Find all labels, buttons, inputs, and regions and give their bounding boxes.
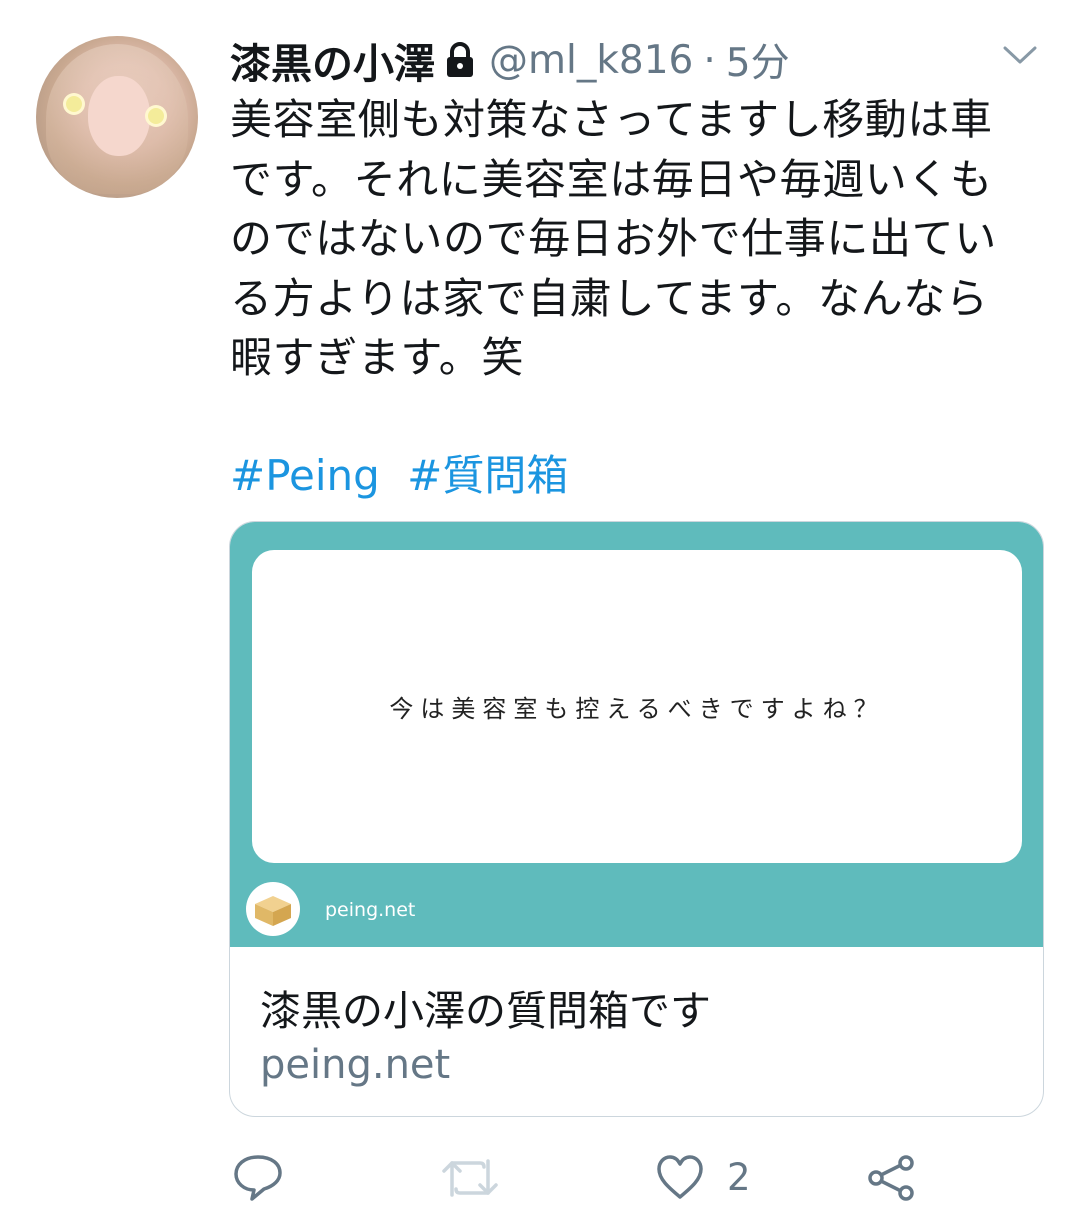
like-button[interactable]: 2 — [655, 1153, 751, 1201]
tweet-text-line: 美容室側も対策なさってますし移動は車 — [230, 95, 993, 144]
card-title: 漆黒の小澤の質問箱です — [260, 987, 711, 1035]
card-image[interactable]: 今は美容室も控えるべきですよね？ peing.net — [230, 522, 1043, 947]
like-icon — [657, 1155, 703, 1199]
reply-icon — [234, 1155, 282, 1201]
avatar-flower — [148, 108, 164, 124]
avatar[interactable] — [36, 36, 198, 198]
avatar-flower — [66, 96, 82, 112]
share-icon — [868, 1155, 914, 1201]
question-panel: 今は美容室も控えるべきですよね？ — [252, 550, 1022, 863]
tweet-header: 漆黒の小澤 @ml_k816 · 5分 — [230, 30, 790, 90]
like-count: 2 — [727, 1155, 751, 1199]
tweet-time[interactable]: 5分 — [726, 32, 790, 88]
chevron-down-icon[interactable] — [1002, 40, 1038, 70]
retweet-icon — [442, 1159, 498, 1197]
retweet-button[interactable] — [440, 1155, 500, 1201]
hashtag-link[interactable]: #Peing — [230, 451, 380, 500]
tweet-text-line: る方よりは家で自粛してます。なんなら — [230, 273, 989, 323]
tweet-text-line: 暇すぎます。笑 — [230, 333, 525, 382]
card-site-label: peing.net — [325, 899, 416, 921]
tweet-text: 美容室側も対策なさってますし移動は車 です。それに美容室は毎日や毎週いくも ので… — [230, 90, 1045, 388]
separator-dot: · — [703, 37, 716, 83]
reply-button[interactable] — [232, 1153, 284, 1203]
box-icon — [246, 882, 300, 936]
tweet-text-line: です。それに美容室は毎日や毎週いくも — [230, 154, 993, 204]
author-handle[interactable]: @ml_k816 — [489, 38, 693, 83]
author-name[interactable]: 漆黒の小澤 — [230, 30, 435, 90]
avatar-face — [88, 76, 150, 156]
hashtags: #Peing #質問箱 — [230, 442, 582, 503]
question-text: 今は美容室も控えるべきですよね？ — [389, 695, 885, 723]
tweet-actions: 2 — [0, 1145, 1080, 1215]
link-card[interactable]: 今は美容室も控えるべきですよね？ peing.net 漆黒の小澤の質問箱です p… — [229, 521, 1044, 1117]
hashtag-link[interactable]: #質問箱 — [407, 451, 568, 500]
lock-icon — [443, 41, 477, 79]
card-domain: peing.net — [260, 1042, 451, 1088]
tweet-text-line: のではないので毎日お外で仕事に出てい — [230, 214, 997, 263]
share-button[interactable] — [866, 1153, 918, 1203]
